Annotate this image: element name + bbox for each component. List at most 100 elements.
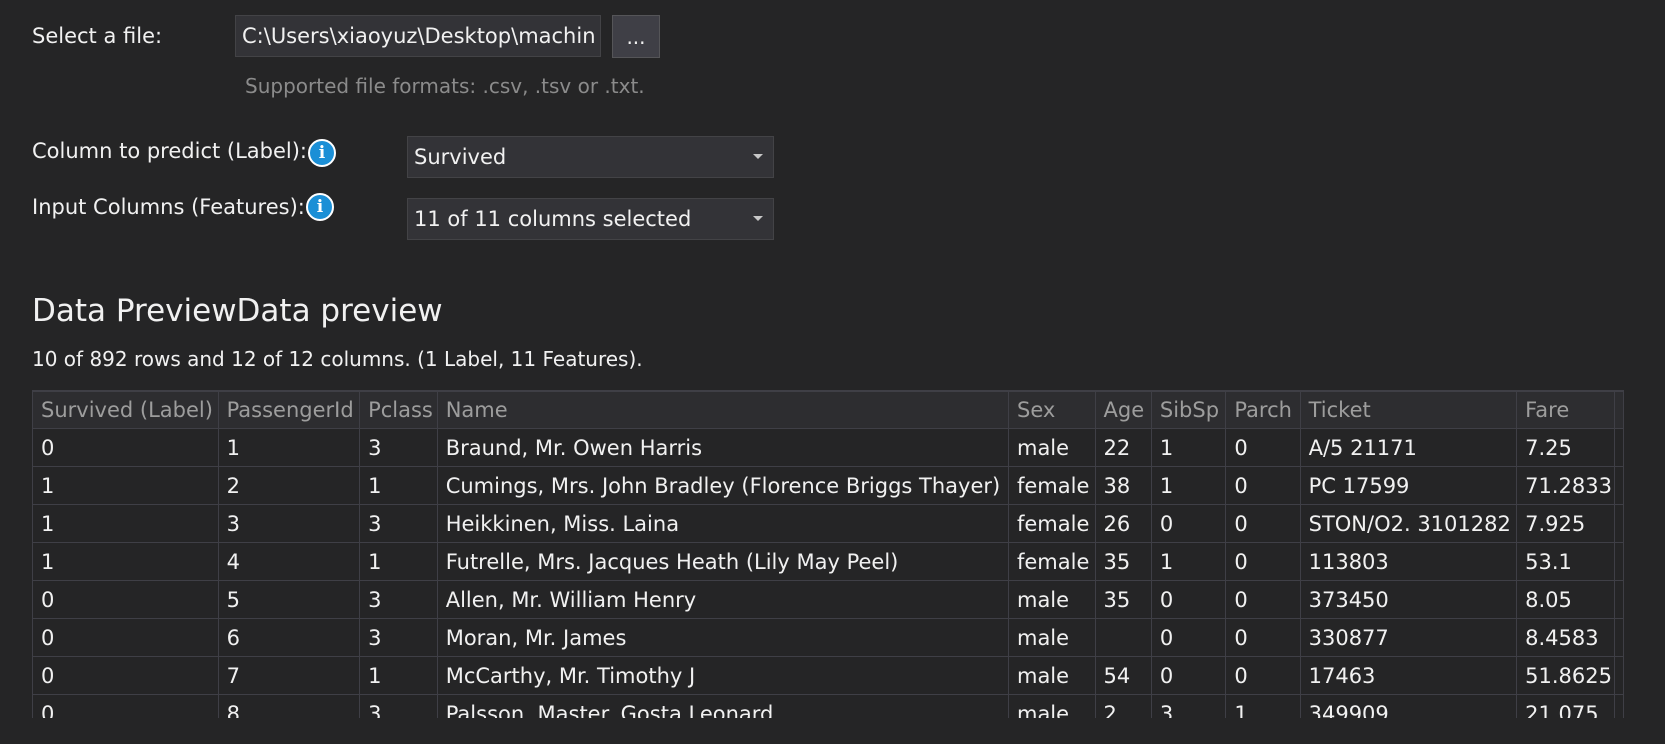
table-row[interactable]: 1 4 1 Futrelle, Mrs. Jacques Heath (Lily… xyxy=(32,542,1624,581)
table-cell: 71.2833 xyxy=(1516,466,1615,505)
info-icon[interactable]: i xyxy=(308,139,336,167)
table-cell: 7 xyxy=(217,656,361,695)
table-cell: female xyxy=(1007,504,1096,543)
data-preview-grid[interactable]: Survived (Label) PassengerId Pclass Name… xyxy=(32,390,1624,718)
table-cell: 113803 xyxy=(1299,542,1518,581)
table-cell: 21.075 xyxy=(1516,694,1615,718)
table-cell: 6 xyxy=(217,618,361,657)
table-cell: 38 xyxy=(1094,466,1152,505)
table-cell: 8 xyxy=(217,694,361,718)
column-header[interactable]: Ticket xyxy=(1299,391,1518,429)
table-cell: Braund, Mr. Owen Harris xyxy=(436,428,1009,467)
file-path-input[interactable]: C:\Users\xiaoyuz\Desktop\machin xyxy=(235,15,601,57)
data-preview-summary: 10 of 892 rows and 12 of 12 columns. (1 … xyxy=(32,347,643,371)
column-header[interactable] xyxy=(1613,391,1624,429)
table-cell: 0 xyxy=(1225,580,1301,619)
table-cell: female xyxy=(1007,466,1096,505)
table-cell: 0 xyxy=(1225,428,1301,467)
column-header[interactable]: SibSp xyxy=(1150,391,1227,429)
label-column-label: Column to predict (Label): xyxy=(32,139,308,163)
table-cell xyxy=(1094,618,1152,657)
table-row[interactable]: 1 3 3 Heikkinen, Miss. Laina female 26 0… xyxy=(32,504,1624,543)
table-cell: 1 xyxy=(359,656,438,695)
table-row[interactable]: 0 7 1 McCarthy, Mr. Timothy J male 54 0 … xyxy=(32,656,1624,695)
table-cell: 3 xyxy=(359,428,438,467)
table-cell: 0 xyxy=(1150,656,1227,695)
feature-columns-label: Input Columns (Features): xyxy=(32,195,305,219)
column-header[interactable]: Survived (Label) xyxy=(32,391,219,429)
table-cell: 330877 xyxy=(1299,618,1518,657)
table-row[interactable]: 1 2 1 Cumings, Mrs. John Bradley (Floren… xyxy=(32,466,1624,505)
table-cell: 0 xyxy=(1225,504,1301,543)
feature-columns-value: 11 of 11 columns selected xyxy=(414,207,692,231)
info-icon[interactable]: i xyxy=(306,193,334,221)
table-cell xyxy=(1613,466,1624,505)
table-cell: 373450 xyxy=(1299,580,1518,619)
column-header[interactable]: Age xyxy=(1094,391,1152,429)
table-cell: McCarthy, Mr. Timothy J xyxy=(436,656,1009,695)
table-cell: 1 xyxy=(32,542,219,581)
table-cell: 1 xyxy=(1150,466,1227,505)
table-cell: PC 17599 xyxy=(1299,466,1518,505)
table-cell: 22 xyxy=(1094,428,1152,467)
table-cell: 0 xyxy=(32,580,219,619)
table-cell xyxy=(1613,428,1624,467)
column-header[interactable]: Fare xyxy=(1516,391,1615,429)
table-cell: 1 xyxy=(32,504,219,543)
table-cell: 0 xyxy=(1150,504,1227,543)
browse-button[interactable]: ... xyxy=(612,15,660,58)
table-cell: 8.05 xyxy=(1516,580,1615,619)
table-cell: male xyxy=(1007,580,1096,619)
chevron-down-icon xyxy=(753,216,763,221)
table-cell: Moran, Mr. James xyxy=(436,618,1009,657)
table-cell: 1 xyxy=(359,466,438,505)
table-cell: 1 xyxy=(32,466,219,505)
table-cell: 8.4583 xyxy=(1516,618,1615,657)
label-column-dropdown[interactable]: Survived xyxy=(407,136,774,178)
table-cell: 0 xyxy=(1225,466,1301,505)
table-cell: 0 xyxy=(1150,580,1227,619)
table-cell: 7.925 xyxy=(1516,504,1615,543)
table-cell: 0 xyxy=(32,694,219,718)
table-cell: 4 xyxy=(217,542,361,581)
table-cell: 53.1 xyxy=(1516,542,1615,581)
table-cell: 1 xyxy=(359,542,438,581)
table-cell xyxy=(1613,618,1624,657)
data-preview-table: Survived (Label) PassengerId Pclass Name… xyxy=(32,391,1624,718)
select-file-label: Select a file: xyxy=(32,24,163,48)
table-row[interactable]: 0 5 3 Allen, Mr. William Henry male 35 0… xyxy=(32,580,1624,619)
table-cell: female xyxy=(1007,542,1096,581)
column-header[interactable]: Sex xyxy=(1007,391,1096,429)
feature-columns-dropdown[interactable]: 11 of 11 columns selected xyxy=(407,198,774,240)
table-cell: 0 xyxy=(32,618,219,657)
table-cell: 0 xyxy=(1225,656,1301,695)
table-cell: 3 xyxy=(359,504,438,543)
table-cell: 51.8625 xyxy=(1516,656,1615,695)
table-cell: 0 xyxy=(32,656,219,695)
table-cell: 1 xyxy=(1150,428,1227,467)
table-cell: male xyxy=(1007,694,1096,718)
table-cell: Palsson, Master. Gosta Leonard xyxy=(436,694,1009,718)
table-row[interactable]: 0 1 3 Braund, Mr. Owen Harris male 22 1 … xyxy=(32,428,1624,467)
table-cell: 3 xyxy=(359,694,438,718)
table-cell: 2 xyxy=(217,466,361,505)
column-header[interactable]: Parch xyxy=(1225,391,1301,429)
table-cell: male xyxy=(1007,656,1096,695)
table-row[interactable]: 0 8 3 Palsson, Master. Gosta Leonard mal… xyxy=(32,694,1624,718)
table-cell: 0 xyxy=(32,428,219,467)
table-cell: 7.25 xyxy=(1516,428,1615,467)
table-row[interactable]: 0 6 3 Moran, Mr. James male 0 0 330877 8… xyxy=(32,618,1624,657)
table-cell: 0 xyxy=(1225,618,1301,657)
column-header[interactable]: PassengerId xyxy=(217,391,361,429)
label-column-value: Survived xyxy=(414,145,507,169)
table-cell: 0 xyxy=(1225,542,1301,581)
table-cell: 3 xyxy=(359,580,438,619)
column-header[interactable]: Pclass xyxy=(359,391,438,429)
data-preview-title: Data PreviewData preview xyxy=(32,293,443,329)
table-cell xyxy=(1613,542,1624,581)
table-cell: 1 xyxy=(217,428,361,467)
column-header[interactable]: Name xyxy=(436,391,1009,429)
header-row: Survived (Label) PassengerId Pclass Name… xyxy=(32,391,1624,429)
table-cell: 17463 xyxy=(1299,656,1518,695)
table-cell: STON/O2. 3101282 xyxy=(1299,504,1518,543)
